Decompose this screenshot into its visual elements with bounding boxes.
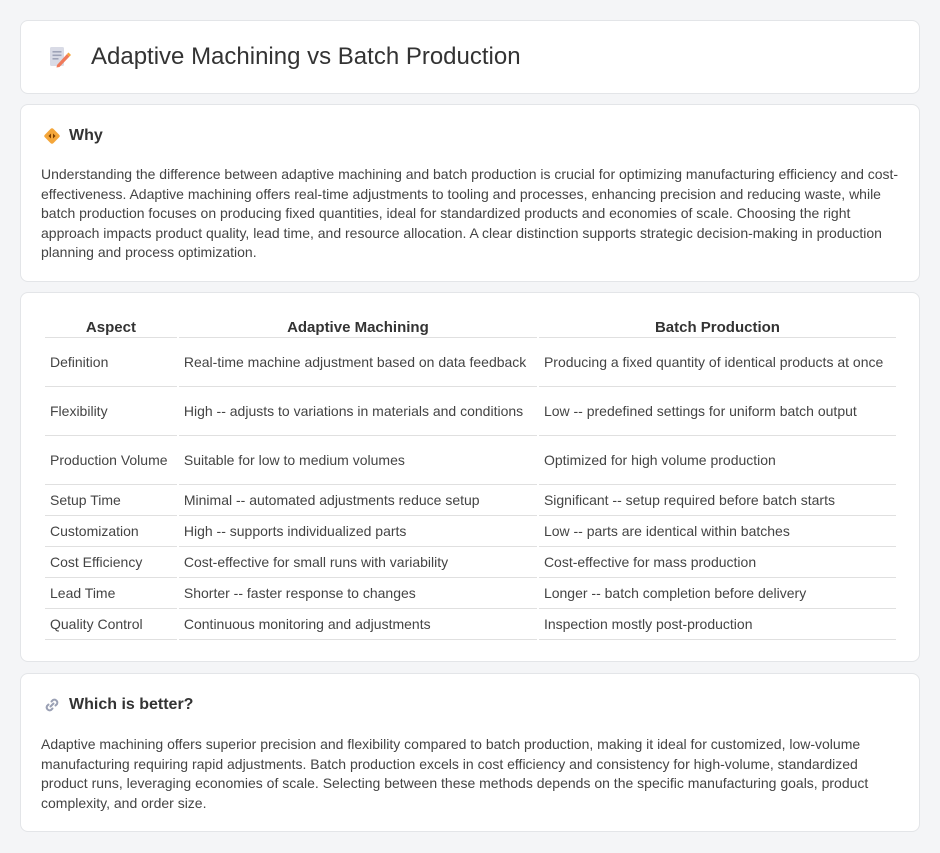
cell-adaptive: Suitable for low to medium volumes (178, 436, 537, 485)
why-paragraph: Understanding the difference between ada… (41, 166, 899, 261)
better-paragraph: Adaptive machining offers superior preci… (41, 736, 869, 811)
column-header-adaptive-machining: Adaptive Machining (178, 317, 537, 338)
table-row: Cost Efficiency Cost-effective for small… (45, 547, 896, 578)
better-heading-row: Which is better? (43, 696, 193, 714)
table-row: Flexibility High -- adjusts to variation… (45, 387, 896, 436)
table-row: Setup Time Minimal -- automated adjustme… (45, 485, 896, 516)
cell-adaptive: Cost-effective for small runs with varia… (178, 547, 537, 578)
table-row: Customization High -- supports individua… (45, 516, 896, 547)
cell-batch: Significant -- setup required before bat… (538, 485, 896, 516)
cell-adaptive: High -- adjusts to variations in materia… (178, 387, 537, 436)
cell-aspect: Customization (45, 516, 177, 547)
cell-adaptive: Shorter -- faster response to changes (178, 578, 537, 609)
cell-adaptive: Continuous monitoring and adjustments (178, 609, 537, 640)
cell-aspect: Production Volume (45, 436, 177, 485)
table-row: Quality Control Continuous monitoring an… (45, 609, 896, 640)
why-card: Why Understanding the difference between… (20, 104, 920, 282)
page-title: Adaptive Machining vs Batch Production (91, 43, 521, 70)
column-header-aspect: Aspect (45, 317, 177, 338)
better-heading: Which is better? (69, 696, 194, 713)
table-header-row: Aspect Adaptive Machining Batch Producti… (45, 317, 896, 338)
why-heading-row: Why (43, 127, 103, 145)
column-header-batch-production: Batch Production (538, 317, 896, 338)
diamond-arrows-icon (44, 128, 60, 144)
cell-batch: Optimized for high volume production (538, 436, 896, 485)
cell-aspect: Setup Time (45, 485, 177, 516)
cell-aspect: Quality Control (45, 609, 177, 640)
comparison-table: Aspect Adaptive Machining Batch Producti… (43, 317, 898, 640)
table-row: Lead Time Shorter -- faster response to … (45, 578, 896, 609)
cell-batch: Inspection mostly post-production (538, 609, 896, 640)
title-card: Adaptive Machining vs Batch Production (20, 20, 920, 94)
why-heading: Why (69, 127, 103, 144)
cell-batch: Cost-effective for mass production (538, 547, 896, 578)
cell-aspect: Cost Efficiency (45, 547, 177, 578)
cell-aspect: Flexibility (45, 387, 177, 436)
which-is-better-card: Which is better? Adaptive machining offe… (20, 673, 920, 832)
cell-aspect: Lead Time (45, 578, 177, 609)
cell-batch: Producing a fixed quantity of identical … (538, 338, 896, 387)
table-row: Definition Real-time machine adjustment … (45, 338, 896, 387)
cell-batch: Longer -- batch completion before delive… (538, 578, 896, 609)
cell-adaptive: High -- supports individualized parts (178, 516, 537, 547)
link-icon (45, 698, 59, 712)
cell-batch: Low -- predefined settings for uniform b… (538, 387, 896, 436)
cell-adaptive: Minimal -- automated adjustments reduce … (178, 485, 537, 516)
document-pencil-icon (50, 47, 71, 68)
cell-adaptive: Real-time machine adjustment based on da… (178, 338, 537, 387)
comparison-card: Aspect Adaptive Machining Batch Producti… (20, 292, 920, 662)
cell-aspect: Definition (45, 338, 177, 387)
cell-batch: Low -- parts are identical within batche… (538, 516, 896, 547)
table-row: Production Volume Suitable for low to me… (45, 436, 896, 485)
